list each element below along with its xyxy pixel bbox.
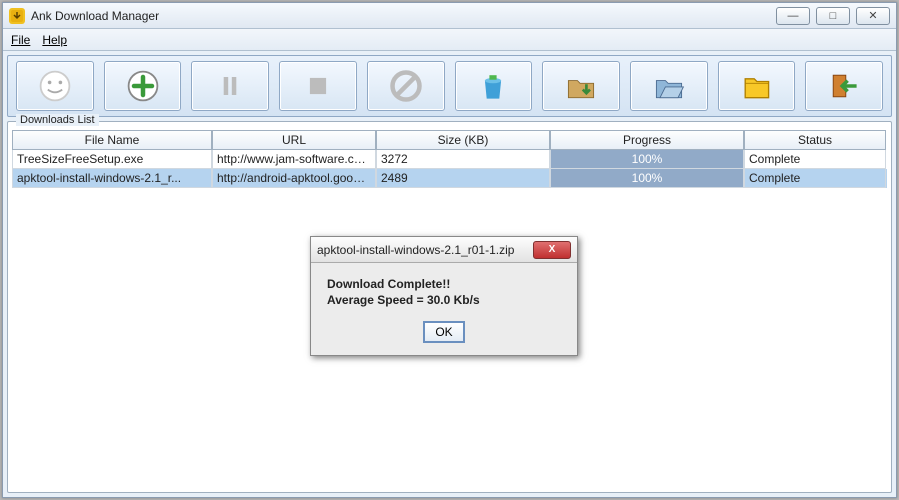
dialog-close-button[interactable]: X	[533, 241, 571, 259]
cell-filename: apktool-install-windows-2.1_r...	[12, 169, 212, 188]
download-folder-button[interactable]	[542, 61, 620, 111]
dialog-actions: OK	[311, 321, 577, 355]
table-header: File Name URL Size (KB) Progress Status	[12, 130, 887, 150]
col-filename[interactable]: File Name	[12, 130, 212, 150]
stop-button[interactable]	[279, 61, 357, 111]
col-progress[interactable]: Progress	[550, 130, 744, 150]
downloads-table: File Name URL Size (KB) Progress Status …	[12, 130, 887, 188]
dialog-message-line2: Average Speed = 30.0 Kb/s	[327, 293, 561, 307]
pause-button[interactable]	[191, 61, 269, 111]
close-window-button[interactable]: ✕	[856, 7, 890, 25]
menu-file[interactable]: File	[11, 33, 30, 47]
toolbar	[7, 55, 892, 117]
minimize-button[interactable]: —	[776, 7, 810, 25]
smile-button[interactable]	[16, 61, 94, 111]
col-url[interactable]: URL	[212, 130, 376, 150]
yellow-folder-button[interactable]	[718, 61, 796, 111]
dialog-titlebar: apktool-install-windows-2.1_r01-1.zip X	[311, 237, 577, 263]
col-size[interactable]: Size (KB)	[376, 130, 550, 150]
menubar: File Help	[3, 29, 896, 51]
app-icon	[9, 8, 25, 24]
window-title: Ank Download Manager	[31, 9, 776, 23]
table-row[interactable]: TreeSizeFreeSetup.exe http://www.jam-sof…	[12, 150, 887, 169]
trash-button[interactable]	[455, 61, 533, 111]
cell-url: http://android-apktool.googlec...	[212, 169, 376, 188]
group-label: Downloads List	[16, 114, 99, 126]
window-controls: — □ ✕	[776, 7, 890, 25]
open-folder-button[interactable]	[630, 61, 708, 111]
cell-url: http://www.jam-software.com/...	[212, 150, 376, 169]
cell-progress: 100%	[550, 169, 744, 188]
exit-button[interactable]	[805, 61, 883, 111]
dialog-ok-button[interactable]: OK	[423, 321, 464, 343]
table-row[interactable]: apktool-install-windows-2.1_r... http://…	[12, 169, 887, 188]
cell-status: Complete	[744, 169, 886, 188]
maximize-button[interactable]: □	[816, 7, 850, 25]
menu-help[interactable]: Help	[42, 33, 67, 47]
add-download-button[interactable]	[104, 61, 182, 111]
col-status[interactable]: Status	[744, 130, 886, 150]
download-complete-dialog: apktool-install-windows-2.1_r01-1.zip X …	[310, 236, 578, 356]
cell-size: 3272	[376, 150, 550, 169]
dialog-body: Download Complete!! Average Speed = 30.0…	[311, 263, 577, 321]
dialog-title: apktool-install-windows-2.1_r01-1.zip	[317, 243, 533, 257]
dialog-message-line1: Download Complete!!	[327, 277, 561, 291]
titlebar: Ank Download Manager — □ ✕	[3, 3, 896, 29]
cancel-button[interactable]	[367, 61, 445, 111]
cell-filename: TreeSizeFreeSetup.exe	[12, 150, 212, 169]
cell-progress: 100%	[550, 150, 744, 169]
cell-status: Complete	[744, 150, 886, 169]
table-body: TreeSizeFreeSetup.exe http://www.jam-sof…	[12, 150, 887, 188]
cell-size: 2489	[376, 169, 550, 188]
